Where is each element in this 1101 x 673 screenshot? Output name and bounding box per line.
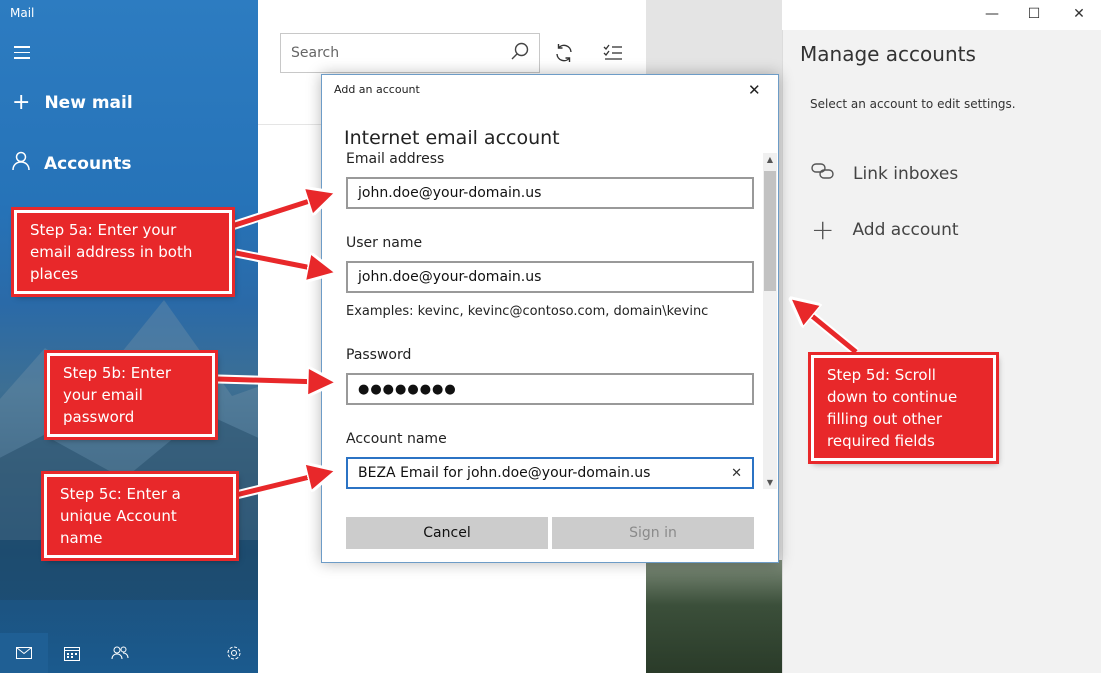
- nav-bottom-bar: [0, 633, 258, 673]
- username-value: john.doe@your-domain.us: [358, 269, 542, 285]
- account-name-field[interactable]: BEZA Email for john.doe@your-domain.us ✕: [346, 457, 754, 489]
- calendar-icon[interactable]: [48, 633, 96, 673]
- accounts-label: Accounts: [44, 153, 132, 174]
- sign-in-button[interactable]: Sign in: [552, 517, 754, 549]
- callout-step5a: Step 5a: Enter your email address in bot…: [11, 207, 235, 297]
- clear-icon[interactable]: ✕: [731, 466, 742, 481]
- app-title: Mail: [10, 6, 35, 20]
- scrollbar-thumb[interactable]: [764, 171, 776, 291]
- select-mode-icon[interactable]: [603, 44, 623, 66]
- password-field[interactable]: ●●●●●●●●: [346, 373, 754, 405]
- email-value: john.doe@your-domain.us: [358, 185, 542, 201]
- person-icon: [12, 151, 30, 176]
- search-icon[interactable]: [511, 42, 529, 64]
- new-mail-button[interactable]: + New mail: [12, 90, 133, 115]
- link-inboxes-label: Link inboxes: [853, 163, 959, 184]
- account-name-value: BEZA Email for john.doe@your-domain.us: [358, 465, 651, 481]
- password-value: ●●●●●●●●: [358, 381, 457, 397]
- dialog-heading: Internet email account: [344, 127, 560, 149]
- link-inboxes-item[interactable]: Link inboxes: [811, 162, 958, 185]
- sync-icon[interactable]: [554, 43, 574, 67]
- accounts-button[interactable]: Accounts: [12, 151, 131, 176]
- settings-icon[interactable]: [210, 633, 258, 673]
- link-icon: [811, 162, 835, 185]
- mail-icon[interactable]: [0, 633, 48, 673]
- add-account-item[interactable]: + Add account: [811, 213, 959, 246]
- dialog-title: Add an account: [334, 83, 420, 96]
- cancel-button[interactable]: Cancel: [346, 517, 548, 549]
- search-input[interactable]: Search: [280, 33, 540, 73]
- password-label: Password: [346, 347, 412, 363]
- scroll-up-icon[interactable]: ▲: [763, 155, 777, 164]
- manage-accounts-subtitle: Select an account to edit settings.: [810, 97, 1016, 111]
- manage-accounts-title: Manage accounts: [800, 42, 976, 66]
- maximize-button[interactable]: ☐: [1012, 6, 1056, 22]
- callout-step5d: Step 5d: Scroll down to continue filling…: [808, 352, 999, 464]
- username-field[interactable]: john.doe@your-domain.us: [346, 261, 754, 293]
- username-label: User name: [346, 235, 423, 251]
- dialog-scrollbar[interactable]: ▲ ▼: [763, 153, 777, 489]
- people-icon[interactable]: [96, 633, 144, 673]
- add-account-label: Add account: [852, 220, 959, 240]
- search-placeholder: Search: [291, 45, 340, 61]
- hamburger-menu-icon[interactable]: [14, 46, 30, 63]
- scroll-down-icon[interactable]: ▼: [763, 478, 777, 487]
- username-hint: Examples: kevinc, kevinc@contoso.com, do…: [346, 304, 709, 319]
- background-forest: [646, 560, 782, 673]
- plus-icon: +: [811, 213, 835, 246]
- account-name-label: Account name: [346, 431, 447, 447]
- add-account-dialog: Add an account ✕ Internet email account …: [321, 74, 779, 563]
- plus-icon: +: [12, 90, 31, 115]
- close-window-button[interactable]: ✕: [1057, 6, 1101, 22]
- callout-step5b: Step 5b: Enter your email password: [44, 350, 218, 440]
- close-icon[interactable]: ✕: [748, 81, 761, 99]
- email-label: Email address: [346, 151, 445, 167]
- manage-accounts-panel: Manage accounts Select an account to edi…: [782, 30, 1101, 673]
- minimize-button[interactable]: —: [970, 6, 1014, 22]
- email-field[interactable]: john.doe@your-domain.us: [346, 177, 754, 209]
- new-mail-label: New mail: [44, 92, 133, 113]
- callout-step5c: Step 5c: Enter a unique Account name: [41, 471, 239, 561]
